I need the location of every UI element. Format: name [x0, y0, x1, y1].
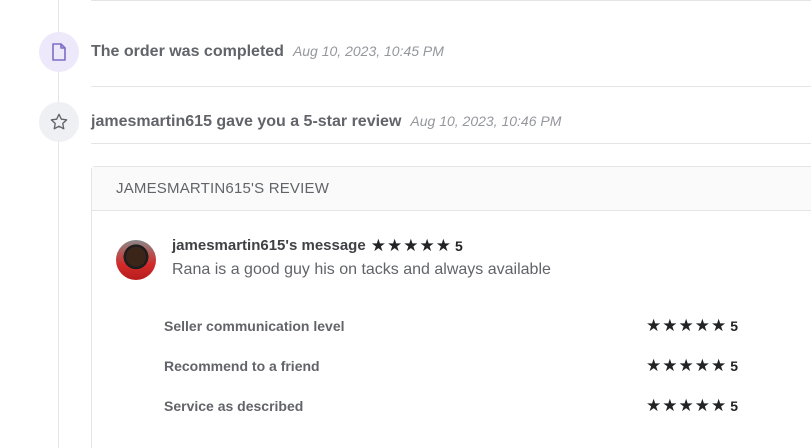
- divider: [91, 0, 811, 1]
- star-icon: ★: [710, 396, 727, 415]
- timeline-event-order-completed: The order was completed Aug 10, 2023, 10…: [39, 32, 444, 72]
- criteria-rating-value: 5: [730, 357, 738, 374]
- divider: [91, 143, 811, 144]
- star-icon: ★: [419, 236, 435, 255]
- star-icon: ★: [694, 316, 710, 335]
- star-icon: ★: [645, 396, 662, 415]
- timeline-event-review: jamesmartin615 gave you a 5-star review …: [39, 102, 561, 142]
- star-icon: ★: [386, 236, 403, 255]
- review-message: Rana is a good guy his on tacks and alwa…: [172, 261, 551, 278]
- divider: [91, 86, 811, 87]
- review-message-header: jamesmartin615's message ★ ★ ★ ★ ★ 5: [172, 237, 463, 254]
- criteria-label: Seller communication level: [164, 317, 345, 334]
- star-icon: ★: [678, 396, 694, 415]
- criteria-row: Seller communication level ★ ★ ★ ★ ★ 5: [164, 317, 738, 334]
- criteria-rating-value: 5: [730, 317, 738, 334]
- criteria-row: Service as described ★ ★ ★ ★ ★ 5: [164, 397, 738, 414]
- star-icon: ★: [645, 316, 662, 335]
- star-icon: ★: [662, 396, 678, 415]
- criteria-label: Service as described: [164, 397, 304, 414]
- criteria-label: Recommend to a friend: [164, 357, 320, 374]
- criteria-rating-stars: ★ ★ ★ ★ ★ 5: [646, 357, 738, 374]
- star-icon: ★: [403, 236, 419, 255]
- review-author: jamesmartin615's message: [172, 237, 366, 254]
- event-title: The order was completed: [91, 43, 284, 60]
- star-icon: ★: [435, 236, 451, 255]
- star-icon: ★: [710, 356, 727, 375]
- event-title: jamesmartin615 gave you a 5-star review: [91, 113, 402, 130]
- star-icon: ★: [710, 316, 727, 335]
- star-icon: ★: [678, 316, 694, 335]
- criteria-rating-value: 5: [730, 397, 738, 414]
- star-outline-icon: [39, 102, 79, 142]
- star-icon: ★: [662, 316, 678, 335]
- star-icon: ★: [645, 356, 662, 375]
- avatar[interactable]: [116, 240, 156, 280]
- star-icon: ★: [694, 396, 710, 415]
- event-timestamp: Aug 10, 2023, 10:46 PM: [410, 113, 562, 129]
- star-icon: ★: [678, 356, 694, 375]
- star-icon: ★: [662, 356, 678, 375]
- review-header: JAMESMARTIN615'S REVIEW: [92, 167, 811, 211]
- criteria-rating-stars: ★ ★ ★ ★ ★ 5: [646, 317, 738, 334]
- star-icon: ★: [370, 236, 386, 255]
- criteria-rating-stars: ★ ★ ★ ★ ★ 5: [646, 397, 738, 414]
- criteria-row: Recommend to a friend ★ ★ ★ ★ ★ 5: [164, 357, 738, 374]
- overall-rating-value: 5: [454, 237, 463, 254]
- star-icon: ★: [694, 356, 710, 375]
- event-timestamp: Aug 10, 2023, 10:45 PM: [292, 43, 444, 59]
- review-card: JAMESMARTIN615'S REVIEW jamesmartin615's…: [91, 166, 811, 448]
- overall-rating-stars: ★ ★ ★ ★ ★ 5: [371, 237, 463, 254]
- document-icon: [39, 32, 79, 72]
